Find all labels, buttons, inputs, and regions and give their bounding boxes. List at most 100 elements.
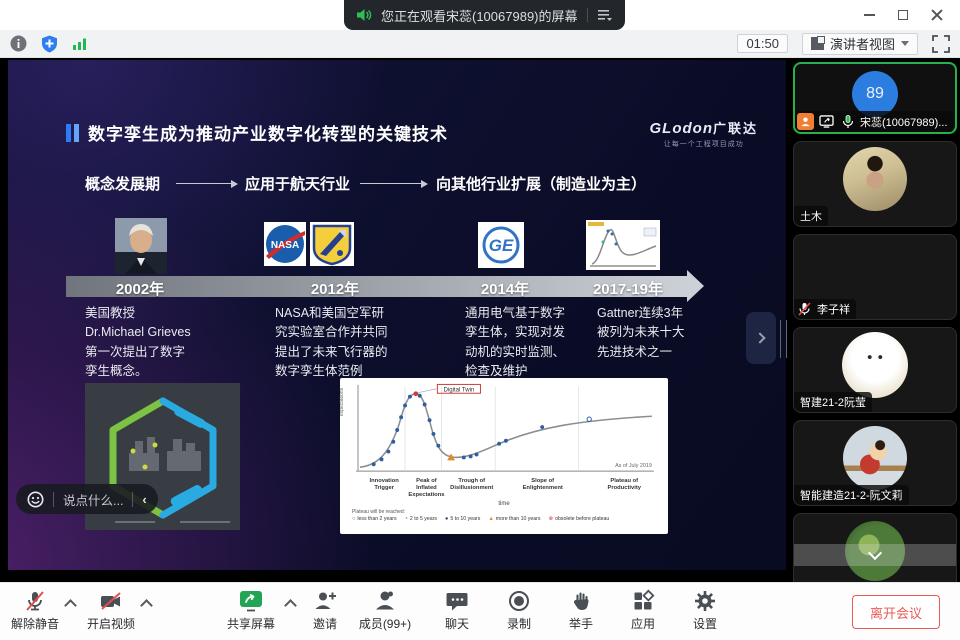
participant-tile-video[interactable]: 李子祥 xyxy=(793,234,957,320)
speaker-icon xyxy=(356,8,372,22)
meeting-timer: 01:50 xyxy=(737,34,788,53)
milestone-text-1: 美国教授 Dr.Michael Grieves 第一次提出了数字 孪生概念。 xyxy=(85,304,191,382)
glodon-logo: GLodon广联达 让每一个工程项目成功 xyxy=(650,118,759,149)
participants-sidebar: 89 宋蕊(10067989)... 土木 xyxy=(790,58,960,582)
settings-button[interactable]: 设置 xyxy=(676,589,734,632)
meeting-controls-bar: 解除静音 开启视频 共享屏幕 xyxy=(0,582,960,640)
mic-muted-icon xyxy=(796,302,813,317)
view-mode-label: 演讲者视图 xyxy=(830,34,895,53)
avatar xyxy=(843,147,907,211)
participant-tile[interactable]: 土木 xyxy=(793,141,957,227)
status-toolbar: 01:50 演讲者视图 xyxy=(0,30,960,58)
svg-text:Digital Twin: Digital Twin xyxy=(443,387,474,393)
participant-name: 宋蕊(10067989)... xyxy=(860,114,947,130)
title-accent-icon xyxy=(66,124,79,142)
unmute-button[interactable]: 解除静音 xyxy=(6,589,64,632)
ge-logo: GE xyxy=(478,222,524,273)
svg-text:GE: GE xyxy=(489,236,514,255)
avatar xyxy=(843,426,907,490)
chat-bubble-icon xyxy=(445,589,469,613)
network-signal-icon[interactable] xyxy=(72,37,88,51)
window-titlebar: 您正在观看宋蕊(10067989)的屏幕 xyxy=(0,0,960,30)
share-screen-button[interactable]: 共享屏幕 xyxy=(222,589,280,632)
mic-options-chevron[interactable] xyxy=(64,599,77,612)
raise-hand-icon xyxy=(569,589,593,613)
phase-3: 向其他行业扩展（制造业为主） xyxy=(436,173,646,194)
gartner-legend-title: Plateau will be reached: xyxy=(352,509,662,515)
chat-quick-input[interactable]: 说点什么... ‹ xyxy=(16,484,158,514)
minimize-button[interactable] xyxy=(852,0,886,30)
divider xyxy=(132,492,133,507)
participant-tile[interactable]: 智能建造21-2-阮文莉 xyxy=(793,420,957,506)
watching-text: 您正在观看宋蕊(10067989)的屏幕 xyxy=(381,6,578,25)
gartner-hype-cycle-chart: expectations xyxy=(340,378,668,534)
gartner-xlabel: time xyxy=(346,501,662,507)
raise-hand-button[interactable]: 举手 xyxy=(552,589,610,632)
participant-name: 智建21-2阮莹 xyxy=(800,394,866,410)
panel-resize-grip[interactable] xyxy=(780,320,787,358)
nasa-logo: NASA xyxy=(264,222,306,271)
chevron-down-icon xyxy=(901,41,909,46)
svg-text:NASA: NASA xyxy=(271,240,299,251)
apps-button[interactable]: 应用 xyxy=(614,589,672,632)
gartner-phase-labels: Innovation Trigger Peak of Inflated Expe… xyxy=(360,478,662,500)
svg-text:As of July 2019: As of July 2019 xyxy=(615,463,652,469)
members-button[interactable]: 成员(99+) xyxy=(352,589,418,632)
emoji-icon[interactable] xyxy=(27,491,44,508)
members-icon xyxy=(373,589,397,613)
gear-icon xyxy=(693,589,717,613)
avatar xyxy=(842,332,908,398)
leave-meeting-button[interactable]: 离开会议 xyxy=(852,595,940,629)
participant-tile-speaker[interactable]: 89 宋蕊(10067989)... xyxy=(793,62,957,134)
watching-banner: 您正在观看宋蕊(10067989)的屏幕 xyxy=(344,0,625,30)
banner-menu-icon[interactable] xyxy=(597,8,613,22)
timeline-year-1: 2002年 xyxy=(116,278,164,299)
invite-person-icon xyxy=(313,589,337,613)
avatar: 89 xyxy=(852,71,898,117)
arrow-icon xyxy=(176,183,232,184)
chat-placeholder[interactable]: 说点什么... xyxy=(63,490,123,509)
brand-tagline: 让每一个工程项目成功 xyxy=(650,139,759,149)
sidebar-collapse-handle[interactable] xyxy=(746,312,776,364)
maximize-button[interactable] xyxy=(886,0,920,30)
layout-icon xyxy=(811,37,824,50)
host-badge-icon xyxy=(797,113,814,130)
meeting-window: 您正在观看宋蕊(10067989)的屏幕 xyxy=(0,0,960,640)
chevron-right-icon xyxy=(754,332,765,343)
apps-grid-icon xyxy=(631,589,655,613)
camera-off-icon xyxy=(99,589,123,613)
timeline-year-4: 2017-19年 xyxy=(593,278,663,299)
info-icon[interactable] xyxy=(10,35,27,52)
invite-button[interactable]: 邀请 xyxy=(296,589,354,632)
share-options-chevron[interactable] xyxy=(284,599,297,612)
gartner-legend: ○less than 2 years ◔2 to 5 years ●5 to 1… xyxy=(352,516,662,522)
slide-title: 数字孪生成为推动产业数字化转型的关键技术 xyxy=(88,120,448,145)
divider xyxy=(587,8,588,22)
milestone-text-2: NASA和美国空军研 究实验室合作并共同 提出了未来飞行器的 数字孪生体范例 xyxy=(275,304,388,382)
video-options-chevron[interactable] xyxy=(140,599,153,612)
milestone-text-3: 通用电气基于数字 孪生体，实现对发 动机的实时监测、 检查及维护 xyxy=(465,304,565,382)
gartner-ylabel: expectations xyxy=(339,388,345,416)
hype-cycle-curve: Digital Twin As of July 2019 xyxy=(346,381,660,477)
phase-1: 概念发展期 xyxy=(85,173,160,194)
air-force-badge xyxy=(310,222,354,271)
participant-tile[interactable] xyxy=(793,513,957,582)
mic-active-icon xyxy=(839,114,856,129)
close-button[interactable] xyxy=(920,0,954,30)
milestone-text-4: Gattner连续3年 被列为未来十大 先进技术之一 xyxy=(597,304,685,362)
chat-collapse-arrow[interactable]: ‹ xyxy=(142,492,146,507)
timeline-year-2: 2012年 xyxy=(311,278,359,299)
window-controls xyxy=(852,0,954,30)
security-shield-icon[interactable] xyxy=(41,35,58,53)
fullscreen-icon[interactable] xyxy=(932,35,950,53)
start-video-button[interactable]: 开启视频 xyxy=(82,589,140,632)
mic-muted-icon xyxy=(23,589,47,613)
chat-button[interactable]: 聊天 xyxy=(428,589,486,632)
participant-tile[interactable]: 智建21-2阮莹 xyxy=(793,327,957,413)
participant-name: 智能建造21-2-阮文莉 xyxy=(800,487,903,503)
timeline-year-3: 2014年 xyxy=(481,278,529,299)
record-icon xyxy=(507,589,531,613)
share-screen-icon xyxy=(238,589,264,613)
view-mode-button[interactable]: 演讲者视图 xyxy=(802,33,918,55)
record-button[interactable]: 录制 xyxy=(490,589,548,632)
